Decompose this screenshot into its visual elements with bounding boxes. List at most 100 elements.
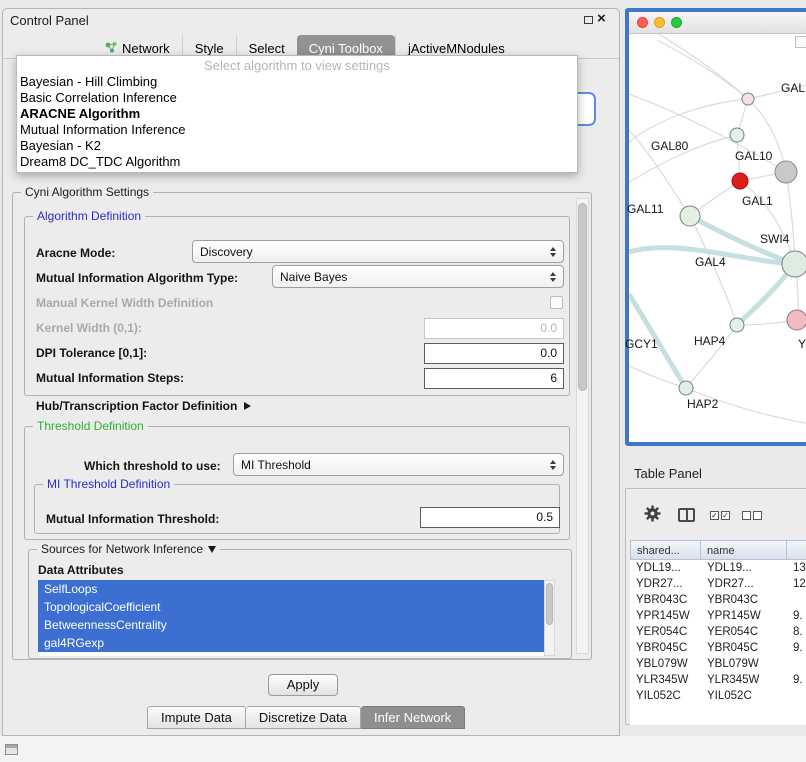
table-row[interactable]: YER054CYER054C8. [630, 624, 806, 640]
network-canvas[interactable] [629, 34, 806, 442]
columns-icon [678, 508, 695, 522]
attribute-list-item[interactable]: TopologicalCoefficient [38, 598, 544, 616]
column-header[interactable] [787, 540, 806, 560]
mi-threshold-input[interactable]: 0.5 [420, 507, 560, 528]
restore-panel-icon[interactable] [5, 744, 18, 755]
network-node[interactable] [742, 93, 754, 105]
zoom-traffic-light[interactable] [671, 17, 682, 28]
screen: Control Panel × Network Style Select Cyn… [0, 0, 806, 762]
network-edge [748, 82, 806, 99]
algorithm-menu-item[interactable]: Bayesian - K2 [17, 138, 577, 154]
network-node[interactable] [680, 206, 700, 226]
table-cell: YDR27... [701, 576, 787, 592]
attribute-list-item[interactable]: BetweennessCentrality [38, 616, 544, 634]
table-cell: YBR043C [701, 592, 787, 608]
tab-infer-network[interactable]: Infer Network [361, 706, 465, 729]
table-row[interactable]: YBL079WYBL079W [630, 656, 806, 672]
network-edge [686, 388, 806, 426]
column-header[interactable]: name [701, 540, 787, 560]
algorithm-menu-item[interactable]: ARACNE Algorithm [17, 106, 577, 122]
network-node[interactable] [730, 318, 744, 332]
table-cell: 9. [787, 672, 806, 688]
gear-icon [644, 505, 661, 527]
kernel-width-input[interactable]: 0.0 [424, 318, 564, 339]
table-cell [787, 688, 806, 704]
data-attributes-list[interactable]: SelfLoopsTopologicalCoefficientBetweenne… [38, 580, 555, 656]
attributes-scrollbar[interactable] [544, 580, 555, 656]
float-window-icon[interactable] [584, 16, 593, 24]
tab-discretize-data[interactable]: Discretize Data [246, 706, 361, 729]
network-edge [690, 216, 737, 325]
select-all-button[interactable]: ✓ ✓ [710, 511, 730, 520]
attribute-list-item[interactable]: SelfLoops [38, 580, 544, 598]
minimize-traffic-light[interactable] [654, 17, 665, 28]
algorithm-menu-item[interactable]: Mutual Information Inference [17, 122, 577, 138]
table-cell: YER054C [701, 624, 787, 640]
algorithm-dropdown-popup: Select algorithm to view settings Bayesi… [16, 55, 578, 173]
table-row[interactable]: YPR145WYPR145W9. [630, 608, 806, 624]
table-row[interactable]: YDL19...YDL19...13 [630, 560, 806, 576]
manual-kernel-width-checkbox[interactable] [550, 296, 563, 309]
mi-steps-label: Mutual Information Steps: [36, 371, 184, 385]
algorithm-menu-item[interactable]: Bayesian - Hill Climbing [17, 74, 577, 90]
dpi-tolerance-input[interactable]: 0.0 [424, 343, 564, 364]
table-panel-title: Table Panel [634, 466, 702, 481]
attributes-scrollbar-thumb[interactable] [546, 583, 553, 625]
checked-box-icon: ✓ [710, 511, 719, 520]
data-attributes-label: Data Attributes [38, 563, 124, 577]
mi-type-select[interactable]: Naive Bayes [272, 265, 564, 288]
algorithm-menu-item[interactable]: Dream8 DC_TDC Algorithm [17, 154, 577, 170]
tab-impute-data[interactable]: Impute Data [147, 706, 246, 729]
table-cell [787, 592, 806, 608]
checked-box-icon: ✓ [721, 511, 730, 520]
table-settings-button[interactable] [644, 505, 661, 527]
sources-group-title[interactable]: Sources for Network Inference [37, 542, 220, 556]
table-row[interactable]: YDR27...YDR27...12 [630, 576, 806, 592]
network-node[interactable] [782, 251, 806, 277]
algorithm-menu-items: Bayesian - Hill ClimbingBasic Correlatio… [17, 74, 577, 170]
network-node[interactable] [679, 381, 693, 395]
table-row[interactable]: YLR345WYLR345W9. [630, 672, 806, 688]
table-cell: YDL19... [630, 560, 701, 576]
table-cell: YLR345W [630, 672, 701, 688]
table-cell: YPR145W [630, 608, 701, 624]
mi-steps-input[interactable]: 6 [424, 368, 564, 389]
close-traffic-light[interactable] [637, 17, 648, 28]
aracne-mode-select[interactable]: Discovery [192, 240, 564, 263]
network-edge [686, 325, 737, 388]
which-threshold-select[interactable]: MI Threshold [233, 453, 564, 476]
hub-definition-toggle[interactable]: Hub/Transcription Factor Definition [36, 399, 251, 413]
tab-label: Network [122, 41, 170, 56]
mi-type-value: Naive Bayes [280, 270, 347, 284]
table-cell: YBL079W [701, 656, 787, 672]
table-row[interactable]: YBR045CYBR045C9. [630, 640, 806, 656]
threshold-definition-title: Threshold Definition [33, 419, 148, 433]
collapse-arrow-icon [208, 546, 216, 553]
table-row[interactable]: YIL052CYIL052C [630, 688, 806, 704]
dpi-tolerance-label: DPI Tolerance [0,1]: [36, 346, 147, 360]
apply-button[interactable]: Apply [268, 674, 338, 696]
network-node[interactable] [787, 310, 806, 330]
close-icon[interactable]: × [597, 11, 606, 26]
settings-scrollbar[interactable] [576, 198, 589, 654]
network-node[interactable] [732, 173, 748, 189]
table-cell: YDR27... [630, 576, 701, 592]
table-cell: 12 [787, 576, 806, 592]
table-header: shared... name [630, 540, 806, 560]
algorithm-menu-item[interactable]: Basic Correlation Inference [17, 90, 577, 106]
network-node[interactable] [775, 161, 797, 183]
attribute-list-item[interactable]: gal4RGexp [38, 634, 544, 652]
network-node[interactable] [730, 128, 744, 142]
combo-arrows-icon [550, 460, 556, 470]
settings-scrollbar-thumb[interactable] [578, 203, 587, 391]
network-edge [657, 40, 748, 99]
kernel-width-label: Kernel Width (0,1): [36, 321, 142, 335]
column-header[interactable]: shared... [630, 540, 701, 560]
combo-arrows-icon [550, 272, 556, 282]
bottom-strip [0, 736, 806, 762]
unselect-all-button[interactable] [742, 511, 762, 520]
show-columns-button[interactable] [678, 508, 695, 522]
table-cell: YER054C [630, 624, 701, 640]
network-edge [629, 135, 737, 182]
table-row[interactable]: YBR043CYBR043C [630, 592, 806, 608]
